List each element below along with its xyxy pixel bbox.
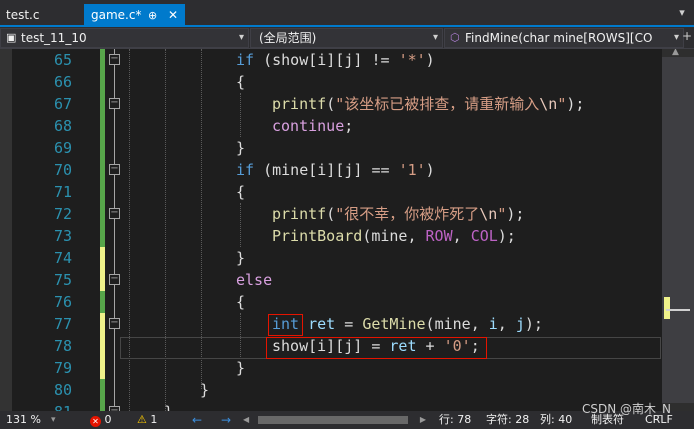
vertical-scrollbar[interactable]: ▲ [662,49,694,411]
chevron-down-icon: ▾ [238,32,244,43]
line-number: 69 [53,139,72,157]
code-line: printf("该坐标已被排查，请重新输入\n"); [272,95,585,113]
line-number: 72 [53,205,72,223]
line-number: 68 [53,117,72,135]
line-number: 81 [12,401,72,411]
scope-name: (全局范围) [259,31,317,45]
red-highlight-box-int [268,314,303,336]
line-number: 75 [53,271,72,289]
line-number: 76 [53,293,72,311]
line-number: 80 [53,381,72,399]
code-line: else [236,271,273,289]
tab-label: test.c [6,8,40,22]
warning-icon: ⚠ [137,413,147,426]
chevron-down-icon[interactable]: ▾ [51,411,56,429]
scrollbar-thumb[interactable] [662,57,694,403]
navigate-back-icon[interactable]: ← [192,411,202,429]
change-marker [664,297,670,319]
line-number: 65 [53,51,72,69]
line-number: 77 [53,315,72,333]
project-dropdown[interactable]: ▣ test_11_10 ▾ [0,28,249,48]
line-number: 66 [53,73,72,91]
line-indicator[interactable]: 行: 78 [439,411,471,429]
error-count[interactable]: ✕ 0 [90,411,112,429]
watermark: CSDN @南木_N [582,402,672,416]
saved-change-bar [100,291,105,313]
document-tab-bar: test.c game.c* ⊕ ✕ ▾ [0,0,694,27]
function-cube-icon: ⬡ [450,31,460,44]
scroll-left-icon[interactable]: ◀ [243,411,249,429]
code-line: } [236,359,246,377]
collapse-icon[interactable]: − [109,274,120,285]
tab-test-c[interactable]: test.c [0,4,78,27]
line-number: 78 [53,337,72,355]
column-indicator[interactable]: 列: 40 [540,411,572,429]
tab-game-c[interactable]: game.c* ⊕ ✕ [84,4,185,27]
code-line: continue; [272,117,354,135]
tab-label: game.c* [91,8,142,22]
error-icon: ✕ [90,416,101,427]
status-bar: 131 % ▾ ✕ 0 ⚠ 1 ← → ◀ ▶ 行: 78 字符: 28 列: … [0,402,694,429]
code-line: PrintBoard(mine, ROW, COL); [272,227,516,245]
line-number: 71 [53,183,72,201]
char-indicator[interactable]: 字符: 28 [486,411,529,429]
unsaved-change-bar [100,313,105,379]
code-line: { [236,183,246,201]
horizontal-scrollbar-thumb[interactable] [258,416,408,424]
code-line: } [236,139,246,157]
code-line: { [236,73,246,91]
code-line: } [164,401,173,411]
project-icon: ▣ [6,31,17,44]
code-editor[interactable]: 65 66 67 68 69 70 71 72 73 74 75 76 77 7… [0,49,694,411]
warning-count[interactable]: ⚠ 1 [137,411,157,429]
project-name: test_11_10 [21,31,87,45]
code-line: if (mine[i][j] == '1') [236,161,435,179]
line-number-gutter[interactable]: 65 66 67 68 69 70 71 72 73 74 75 76 77 7… [12,49,72,411]
line-number: 67 [53,95,72,113]
collapse-icon[interactable]: − [109,318,120,329]
line-number: 74 [53,249,72,267]
navigation-bar: ▣ test_11_10 ▾ (全局范围) ▾ ⬡ FindMine(char … [0,27,694,49]
code-line: int ret = GetMine(mine, i, j); [272,315,543,333]
line-number: 73 [53,227,72,245]
split-add-icon[interactable]: + [682,29,692,43]
pin-icon[interactable]: ⊕ [148,4,157,27]
caret-position-marker [666,309,690,311]
line-number: 79 [53,359,72,377]
chevron-down-icon: ▾ [432,32,438,43]
scroll-right-icon[interactable]: ▶ [420,411,426,429]
code-line: } [200,381,210,399]
code-line: } [236,249,246,267]
saved-change-bar [100,49,105,247]
collapse-icon[interactable]: − [109,98,120,109]
close-icon[interactable]: ✕ [168,4,178,27]
indicator-margin[interactable] [0,49,12,411]
tab-overflow-chevron-icon[interactable]: ▾ [674,4,690,22]
function-dropdown[interactable]: ⬡ FindMine(char mine[ROWS][CO ▾ [444,28,684,48]
scope-dropdown[interactable]: (全局范围) ▾ [250,28,443,48]
horizontal-scrollbar[interactable]: ◀ ▶ [243,415,426,425]
collapse-icon[interactable]: − [109,208,120,219]
collapse-icon[interactable]: − [109,164,120,175]
red-highlight-box-assignment [266,337,487,359]
zoom-level[interactable]: 131 % [6,411,41,429]
code-line: printf("很不幸，你被炸死了\n"); [272,205,525,223]
saved-change-bar [100,379,105,411]
navigate-forward-icon[interactable]: → [221,411,231,429]
function-name: FindMine(char mine[ROWS][CO [465,31,653,45]
chevron-down-icon: ▾ [673,32,679,43]
scroll-up-icon[interactable]: ▲ [672,49,679,57]
line-number: 70 [53,161,72,179]
code-line: { [236,293,246,311]
collapse-icon[interactable]: − [109,54,120,65]
code-line: if (show[i][j] != '*') [236,51,435,69]
unsaved-change-bar [100,247,105,291]
